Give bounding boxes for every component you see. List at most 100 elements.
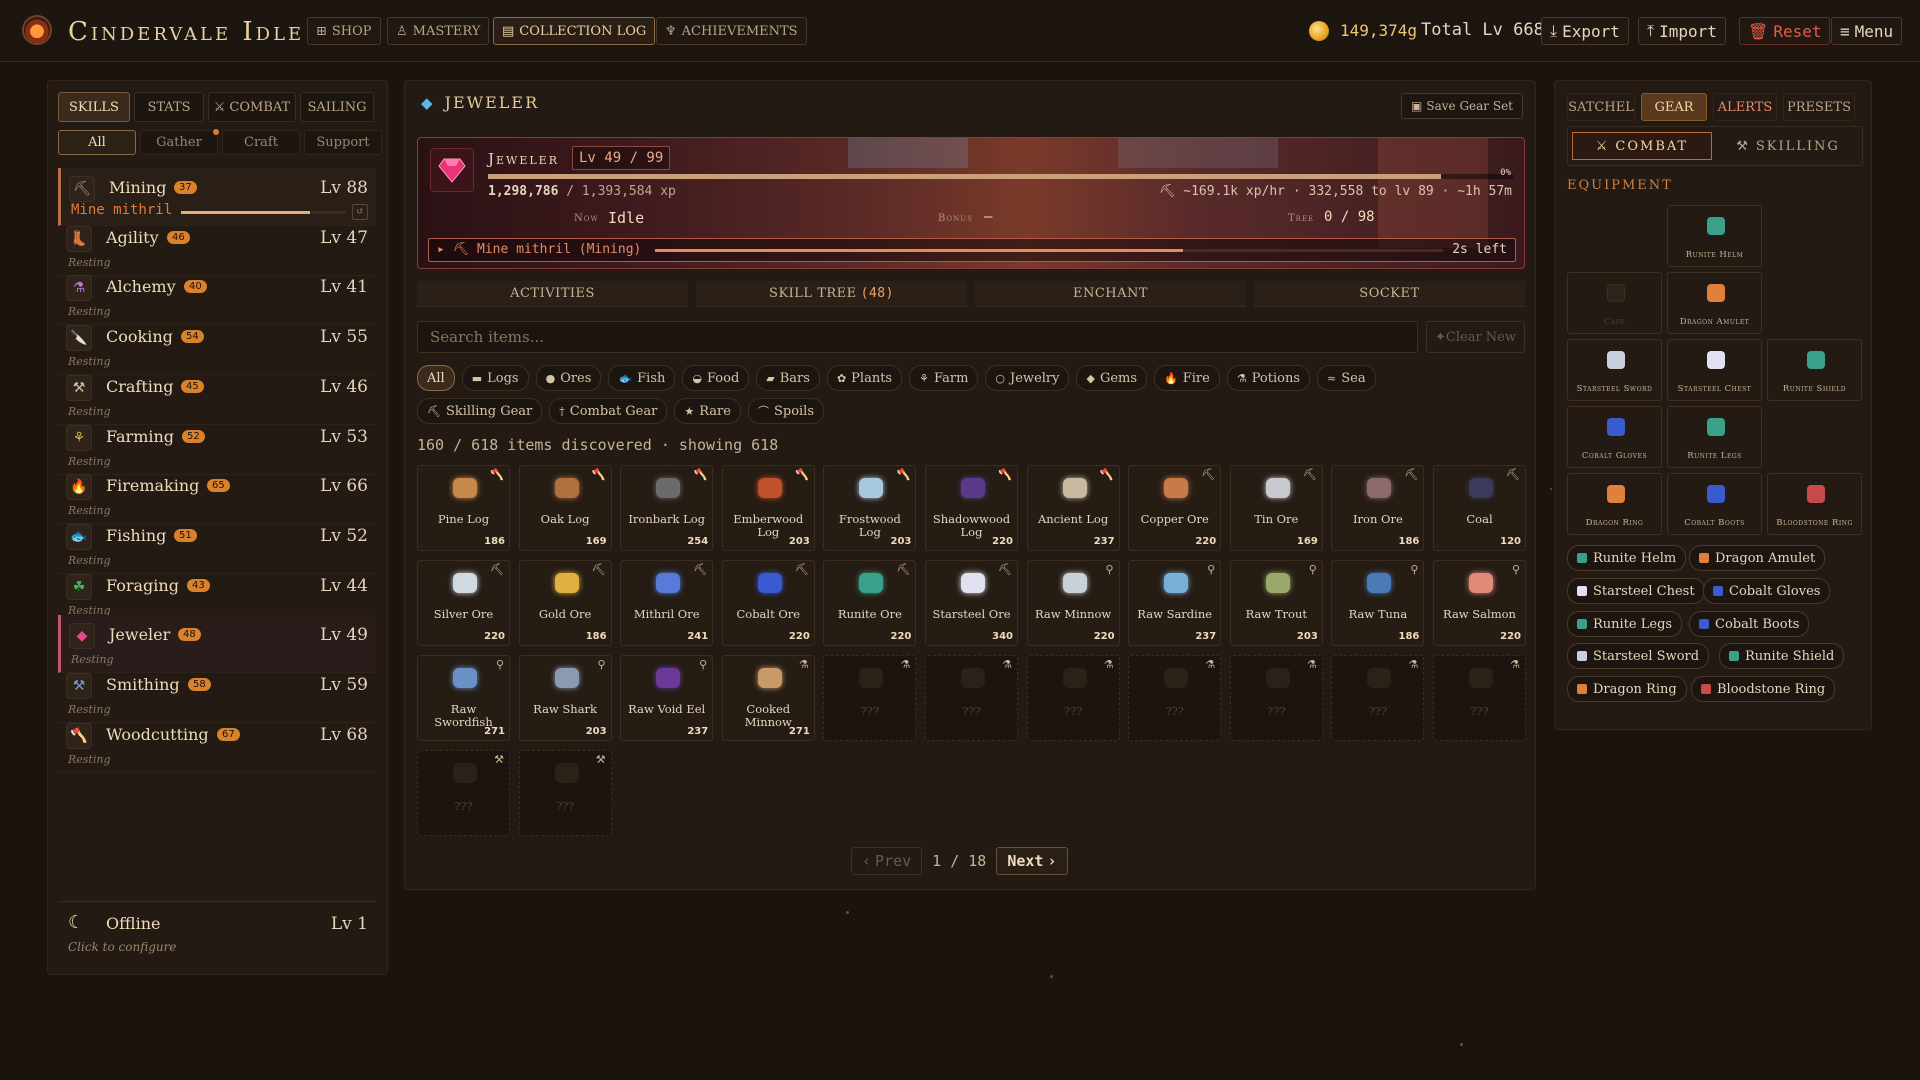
item-tile[interactable]: ⛏ Copper Ore 220 bbox=[1128, 465, 1222, 551]
item-tile[interactable]: 🪓 Frostwood Log 203 bbox=[823, 465, 917, 551]
slot-dragon-amulet[interactable]: Dragon Amulet bbox=[1667, 272, 1762, 334]
item-tile[interactable]: ⛏ Runite Ore 220 bbox=[823, 560, 917, 646]
item-tile[interactable]: ⚲ Raw Void Eel 237 bbox=[620, 655, 714, 741]
filter-chip-logs[interactable]: ▬ Logs bbox=[461, 365, 529, 391]
slot-cobalt-gloves[interactable]: Cobalt Gloves bbox=[1567, 406, 1662, 468]
menu-button[interactable]: ≡ Menu bbox=[1831, 17, 1903, 45]
filter-chip-jewelry[interactable]: ○ Jewelry bbox=[985, 365, 1070, 391]
slot-bloodstone-ring[interactable]: Bloodstone Ring bbox=[1767, 473, 1862, 535]
tab-skills[interactable]: SKILLS bbox=[58, 92, 130, 122]
filter-chip-combat-gear[interactable]: † Combat Gear bbox=[549, 398, 668, 424]
nav-mastery-button[interactable]: ♙ MASTERY bbox=[387, 17, 490, 45]
undiscovered-item-tile[interactable]: ⚗ ??? bbox=[823, 655, 917, 741]
item-tile[interactable]: ⚲ Raw Sardine 237 bbox=[1128, 560, 1222, 646]
slot-cape[interactable]: Cape bbox=[1567, 272, 1662, 334]
equipped-starsteel-chest[interactable]: Starsteel Chest bbox=[1567, 578, 1705, 604]
export-button[interactable]: ⤓ Export bbox=[1541, 17, 1629, 45]
slot-runite-shield[interactable]: Runite Shield bbox=[1767, 339, 1862, 401]
skill-woodcutting[interactable]: 🪓 Woodcutting 67 Lv 68 Resting bbox=[58, 715, 376, 773]
item-tile[interactable]: ⛏ Gold Ore 186 bbox=[518, 560, 612, 646]
filter-chip-gems[interactable]: ◆ Gems bbox=[1076, 365, 1148, 391]
item-tile[interactable]: ⛏ Coal 120 bbox=[1433, 465, 1526, 551]
filter-chip-skilling-gear[interactable]: ⛏ Skilling Gear bbox=[417, 398, 543, 424]
mode-skilling[interactable]: ⚒ SKILLING bbox=[1718, 132, 1858, 160]
item-tile[interactable]: ⛏ Silver Ore 220 bbox=[417, 560, 510, 646]
item-tile[interactable]: ⛏ Iron Ore 186 bbox=[1331, 465, 1425, 551]
filter-chip-bars[interactable]: ▰ Bars bbox=[756, 365, 820, 391]
slot-runite-helm[interactable]: Runite Helm bbox=[1667, 205, 1762, 267]
search-input[interactable]: Search items... bbox=[417, 321, 1418, 353]
filter-craft[interactable]: Craft bbox=[222, 130, 300, 155]
item-tile[interactable]: ⚲ Raw Trout 203 bbox=[1229, 560, 1323, 646]
item-tile[interactable]: ⛏ Tin Ore 169 bbox=[1229, 465, 1323, 551]
slot-cobalt-boots[interactable]: Cobalt Boots bbox=[1667, 473, 1762, 535]
undiscovered-item-tile[interactable]: ⚗ ??? bbox=[1026, 655, 1120, 741]
tab-sailing[interactable]: SAILING bbox=[300, 92, 374, 122]
item-tile[interactable]: ⛏ Cobalt Ore 220 bbox=[721, 560, 815, 646]
tab-presets[interactable]: PRESETS bbox=[1783, 93, 1855, 121]
item-tile[interactable]: ⚲ Raw Shark 203 bbox=[518, 655, 612, 741]
equipped-runite-helm[interactable]: Runite Helm bbox=[1567, 545, 1687, 571]
item-tile[interactable]: 🪓 Ancient Log 237 bbox=[1026, 465, 1120, 551]
tab-stats[interactable]: STATS bbox=[134, 92, 204, 122]
slot-starsteel-chest[interactable]: Starsteel Chest bbox=[1667, 339, 1762, 401]
undiscovered-item-tile[interactable]: ⚒ ??? bbox=[518, 750, 612, 836]
filter-chip-sea[interactable]: ≈ Sea bbox=[1317, 365, 1376, 391]
nav-collection-log-button[interactable]: ▤ COLLECTION LOG bbox=[493, 17, 656, 45]
filter-chip-fish[interactable]: 🐟 Fish bbox=[608, 365, 676, 391]
mode-combat[interactable]: ⚔ COMBAT bbox=[1572, 132, 1712, 160]
item-tile[interactable]: 🪓 Ironbark Log 254 bbox=[620, 465, 714, 551]
tab-enchant[interactable]: ENCHANT bbox=[975, 281, 1246, 307]
undiscovered-item-tile[interactable]: ⚒ ??? bbox=[417, 750, 510, 836]
clear-new-button[interactable]: ✦ Clear New bbox=[1426, 321, 1525, 353]
item-tile[interactable]: ⛏ Starsteel Ore 340 bbox=[925, 560, 1018, 646]
tab-alerts[interactable]: ALERTS bbox=[1713, 93, 1777, 121]
filter-gather[interactable]: Gather bbox=[140, 129, 219, 155]
item-tile[interactable]: ⚲ Raw Tuna 186 bbox=[1331, 560, 1425, 646]
tab-combat[interactable]: ⚔ COMBAT bbox=[208, 92, 296, 122]
next-page-button[interactable]: Next › bbox=[996, 847, 1068, 875]
tab-skill-tree[interactable]: SKILL TREE (48) bbox=[696, 281, 967, 307]
filter-chip-food[interactable]: ◒ Food bbox=[682, 365, 750, 391]
tab-gear[interactable]: GEAR bbox=[1641, 93, 1707, 121]
filter-all[interactable]: All bbox=[58, 130, 136, 155]
filter-chip-farm[interactable]: ⚘ Farm bbox=[909, 365, 979, 391]
filter-chip-plants[interactable]: ✿ Plants bbox=[826, 365, 903, 391]
equipped-starsteel-sword[interactable]: Starsteel Sword bbox=[1567, 643, 1710, 669]
filter-chip-rare[interactable]: ★ Rare bbox=[674, 398, 741, 424]
item-tile[interactable]: ⚗ Cooked Minnow 271 bbox=[721, 655, 815, 741]
filter-chip-all[interactable]: All bbox=[417, 365, 455, 391]
filter-chip-fire[interactable]: 🔥 Fire bbox=[1154, 365, 1220, 391]
undiscovered-item-tile[interactable]: ⚗ ??? bbox=[1331, 655, 1425, 741]
item-tile[interactable]: ⚲ Raw Minnow 220 bbox=[1026, 560, 1120, 646]
reset-button[interactable]: 🗑 Reset bbox=[1739, 17, 1831, 45]
item-tile[interactable]: 🪓 Oak Log 169 bbox=[518, 465, 612, 551]
slot-runite-legs[interactable]: Runite Legs bbox=[1667, 406, 1762, 468]
current-action-bar[interactable]: ▸ ⛏ Mine mithril (Mining) 2s left bbox=[428, 238, 1516, 262]
undiscovered-item-tile[interactable]: ⚗ ??? bbox=[1128, 655, 1222, 741]
equipped-cobalt-gloves[interactable]: Cobalt Gloves bbox=[1703, 578, 1831, 604]
filter-support[interactable]: Support bbox=[304, 130, 382, 155]
save-gear-set-button[interactable]: ▣ Save Gear Set bbox=[1401, 93, 1523, 119]
equipped-dragon-amulet[interactable]: Dragon Amulet bbox=[1689, 545, 1826, 571]
import-button[interactable]: ⤒ Import bbox=[1638, 17, 1726, 45]
equipped-cobalt-boots[interactable]: Cobalt Boots bbox=[1689, 611, 1810, 637]
prev-page-button[interactable]: ‹ Prev bbox=[851, 847, 923, 875]
filter-chip-ores[interactable]: ● Ores bbox=[535, 365, 602, 391]
filter-chip-potions[interactable]: ⚗ Potions bbox=[1226, 365, 1311, 391]
tab-satchel[interactable]: SATCHEL bbox=[1567, 93, 1635, 121]
equipped-bloodstone-ring[interactable]: Bloodstone Ring bbox=[1691, 676, 1836, 702]
undiscovered-item-tile[interactable]: ⚗ ??? bbox=[1433, 655, 1526, 741]
undiscovered-item-tile[interactable]: ⚗ ??? bbox=[1229, 655, 1323, 741]
item-tile[interactable]: ⛏ Mithril Ore 241 bbox=[620, 560, 714, 646]
tab-activities[interactable]: ACTIVITIES bbox=[417, 281, 688, 307]
equipped-dragon-ring[interactable]: Dragon Ring bbox=[1567, 676, 1687, 702]
item-tile[interactable]: ⚲ Raw Salmon 220 bbox=[1433, 560, 1526, 646]
slot-dragon-ring[interactable]: Dragon Ring bbox=[1567, 473, 1662, 535]
slot-starsteel-sword[interactable]: Starsteel Sword bbox=[1567, 339, 1662, 401]
nav-shop-button[interactable]: ⊞ SHOP bbox=[307, 17, 381, 45]
item-tile[interactable]: 🪓 Emberwood Log 203 bbox=[721, 465, 815, 551]
item-tile[interactable]: 🪓 Shadowwood Log 220 bbox=[925, 465, 1018, 551]
tab-socket[interactable]: SOCKET bbox=[1254, 281, 1525, 307]
offline-skill[interactable]: ☾ Offline Lv 1 Click to configure bbox=[58, 901, 376, 959]
